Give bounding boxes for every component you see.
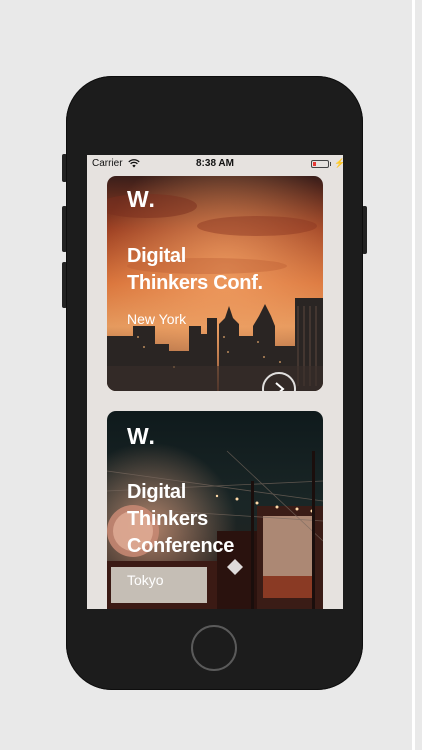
brand-logo: W.	[127, 423, 156, 449]
event-title-line: Conference	[127, 535, 235, 557]
event-title-line: Digital	[127, 245, 187, 267]
event-title-line: Thinkers	[127, 508, 208, 530]
charging-bolt-icon: ⚡	[334, 158, 343, 168]
clock-time: 8:38 AM	[196, 158, 234, 169]
battery-icon	[311, 160, 329, 168]
chevron-right-icon	[275, 382, 285, 391]
home-button[interactable]	[191, 625, 237, 671]
event-card-tokyo[interactable]: W. Digital Thinkers Conference Tokyo	[107, 411, 323, 609]
frame-edge-line	[412, 0, 415, 750]
status-bar: Carrier 8:38 AM ⚡	[87, 155, 343, 173]
brand-logo: W.	[127, 186, 156, 212]
event-card-new-york[interactable]: W. Digital Thinkers Conf. New York	[107, 176, 323, 391]
event-title: Digital Thinkers Conference	[127, 479, 277, 560]
phone-screen: Carrier 8:38 AM ⚡ W. Digital Thinkers Co…	[87, 155, 343, 609]
event-title-line: Digital	[127, 481, 187, 503]
battery-cap	[330, 162, 331, 166]
event-title: Digital Thinkers Conf.	[127, 243, 317, 297]
app-store-screenshot: Carrier 8:38 AM ⚡ W. Digital Thinkers Co…	[0, 0, 422, 750]
event-city: Tokyo	[127, 572, 164, 588]
event-city: New York	[127, 311, 187, 327]
event-title-line: Thinkers Conf.	[127, 272, 263, 294]
